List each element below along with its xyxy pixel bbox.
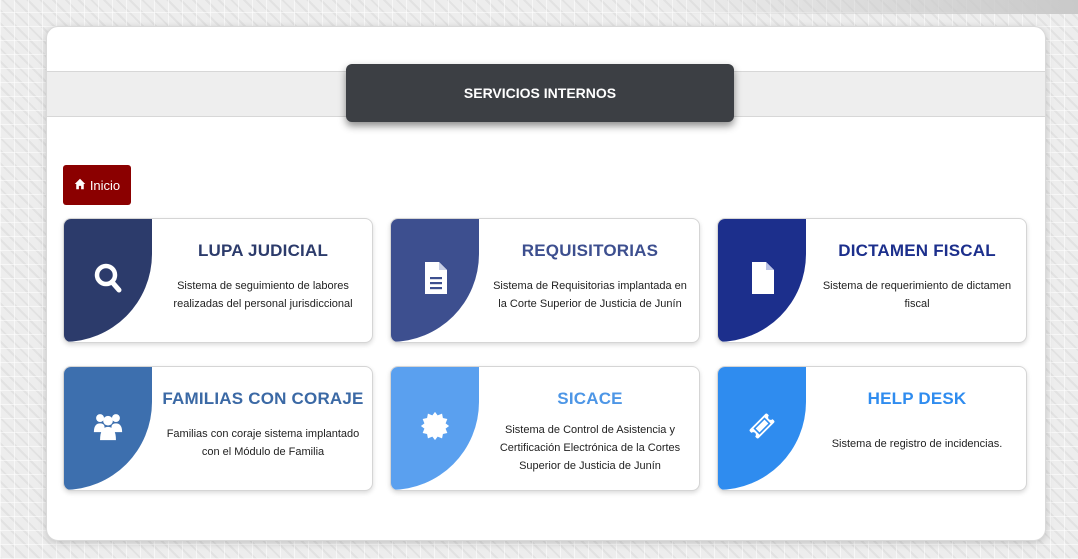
card-icon-area [391, 219, 479, 342]
home-button-label: Inicio [89, 177, 121, 193]
card-familias-con-coraje[interactable]: FAMILIAS CON CORAJE Familias con coraje … [63, 366, 373, 491]
card-title: FAMILIAS CON CORAJE [162, 389, 364, 408]
card-description: Sistema de requerimiento de dictamen fis… [822, 280, 1012, 310]
services-panel: SERVICIOS INTERNOS Inicio LUPA JUDICIAL … [46, 26, 1046, 541]
card-icon-area [64, 367, 152, 490]
card-description: Sistema de seguimiento de labores realiz… [173, 280, 353, 310]
file-icon [747, 261, 777, 300]
search-icon [93, 261, 123, 300]
home-icon [74, 178, 86, 193]
corner-shadow [658, 0, 1078, 14]
card-title: DICTAMEN FISCAL [838, 241, 996, 260]
card-icon-area [718, 367, 806, 490]
card-help-desk[interactable]: HELP DESK Sistema de registro de inciden… [717, 366, 1027, 491]
card-dictamen-fiscal[interactable]: DICTAMEN FISCAL Sistema de requerimiento… [717, 218, 1027, 343]
card-description: Sistema de Requisitorias implantada en l… [493, 280, 687, 310]
card-requisitorias[interactable]: REQUISITORIAS Sistema de Requisitorias i… [390, 218, 700, 343]
certificate-icon [420, 409, 450, 448]
page-title: SERVICIOS INTERNOS [346, 64, 734, 122]
card-icon-area [391, 367, 479, 490]
card-description: Familias con coraje sistema implantado c… [166, 428, 360, 458]
card-icon-area [64, 219, 152, 342]
card-title: LUPA JUDICIAL [197, 241, 329, 260]
card-description: Sistema de Control de Asistencia y Certi… [499, 424, 681, 472]
card-title: REQUISITORIAS [521, 241, 659, 260]
card-icon-area [718, 219, 806, 342]
home-button[interactable]: Inicio [63, 165, 131, 205]
page-title-text: SERVICIOS INTERNOS [463, 85, 617, 101]
users-icon [93, 409, 123, 448]
card-lupa-judicial[interactable]: LUPA JUDICIAL Sistema de seguimiento de … [63, 218, 373, 343]
card-title: SICACE [557, 389, 623, 408]
card-title: HELP DESK [867, 389, 967, 408]
card-description: Sistema de registro de incidencias. [831, 438, 1003, 450]
card-sicace[interactable]: SICACE Sistema de Control de Asistencia … [390, 366, 700, 491]
ticket-icon [747, 409, 777, 448]
document-icon [420, 261, 450, 300]
